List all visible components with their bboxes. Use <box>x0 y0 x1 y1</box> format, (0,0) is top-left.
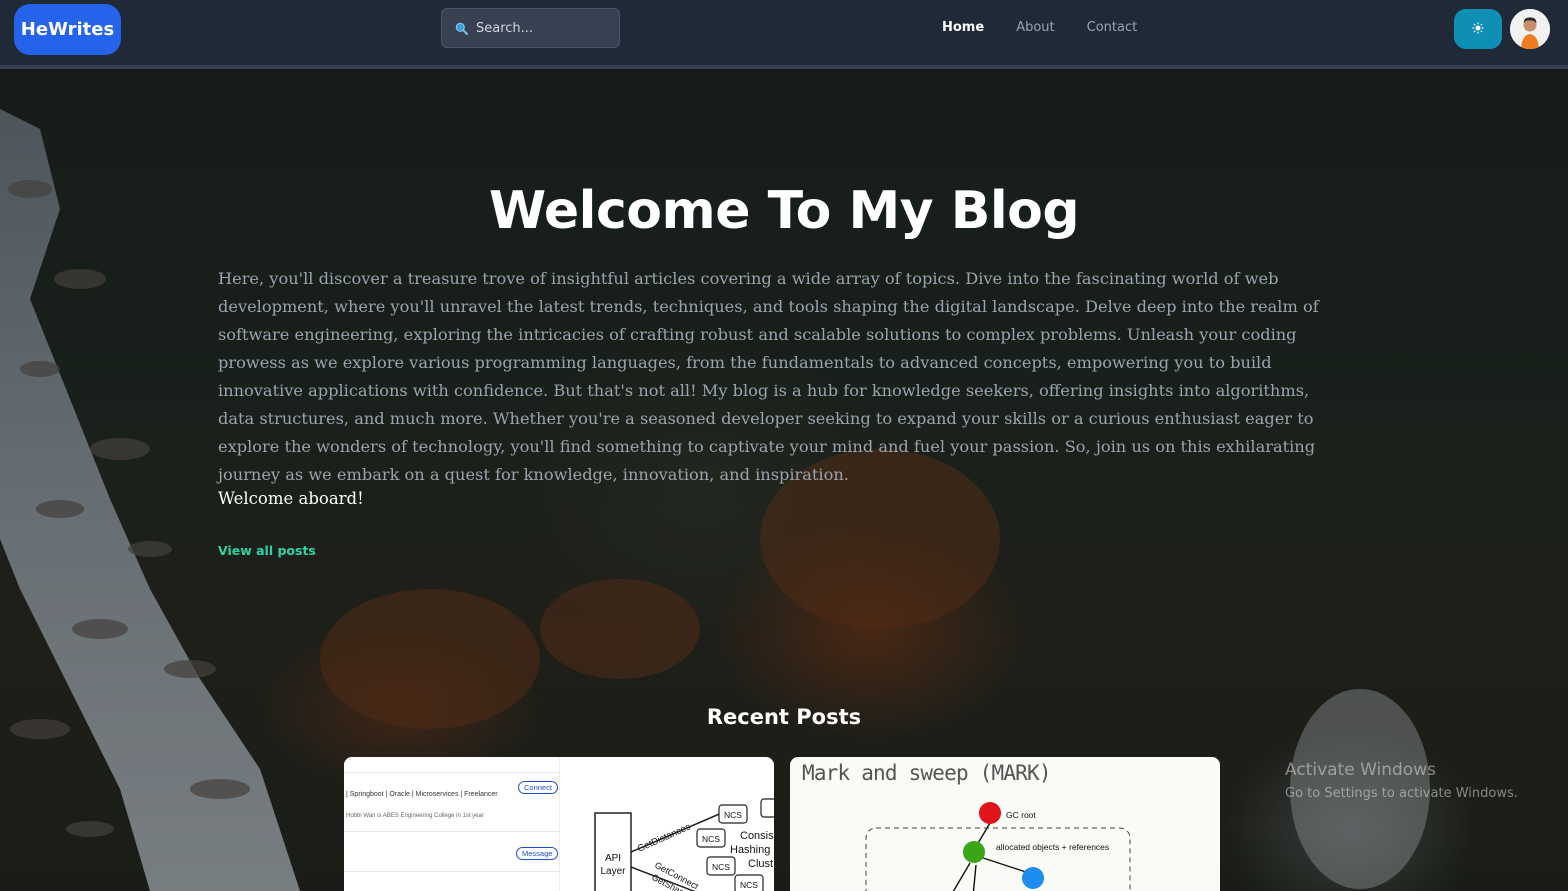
profile-line: | Springboot | Oracle | Microservices | … <box>346 791 498 798</box>
post-card[interactable]: | Springboot | Oracle | Microservices | … <box>344 757 774 891</box>
search-icon <box>455 22 468 35</box>
nav-links: Home About Contact <box>942 20 1169 35</box>
hero-welcome: Welcome aboard! <box>218 489 364 508</box>
post-thumbnail-profile: | Springboot | Oracle | Microservices | … <box>344 757 560 891</box>
hero-description: Here, you'll discover a treasure trove o… <box>218 269 1319 484</box>
diagram-node-label: NCS <box>702 834 720 844</box>
allocated-label: allocated objects + references <box>996 842 1109 852</box>
view-all-posts-link[interactable]: View all posts <box>218 543 316 558</box>
diagram-hashing-label: Hashing <box>730 844 770 856</box>
diagram-consis-label: Consis <box>740 830 774 842</box>
post-card[interactable]: Mark and sweep (MARK) GC root allocated … <box>790 757 1220 891</box>
connect-button: Connect <box>518 781 558 794</box>
recent-posts-title: Recent Posts <box>706 705 862 729</box>
user-avatar-icon <box>1510 9 1550 49</box>
activate-windows-subtitle: Go to Settings to activate Windows. <box>1285 786 1518 801</box>
architecture-diagram: API Layer GetDistances GetConnect GetSha… <box>594 798 774 891</box>
profile-line: Hobbi Wan is ABES Engineering College in… <box>346 813 484 819</box>
search-box[interactable] <box>441 8 620 48</box>
mark-sweep-diagram: GC root allocated objects + references <box>865 802 1131 891</box>
nav-link-contact[interactable]: Contact <box>1087 20 1138 35</box>
search-input[interactable] <box>476 20 606 36</box>
nav-link-about[interactable]: About <box>1016 20 1054 35</box>
sun-icon <box>1472 22 1484 37</box>
diagram-node-label: NCS <box>712 862 730 872</box>
avatar[interactable] <box>1510 9 1550 49</box>
hero-section: Welcome To My Blog Here, you'll discover… <box>0 69 1568 891</box>
hero-title: Welcome To My Blog <box>488 181 1080 241</box>
navbar: HeWrites Home About Contact <box>0 0 1568 69</box>
message-button: Message <box>516 847 559 860</box>
diagram-node-label: NCS <box>740 880 758 890</box>
nav-link-home[interactable]: Home <box>942 20 984 35</box>
activate-windows-title: Activate Windows <box>1285 760 1436 780</box>
diagram-layer-label: Layer <box>600 866 626 877</box>
gc-root-label: GC root <box>1006 810 1036 820</box>
diagram-api-label: API <box>605 853 621 864</box>
diagram-node-label: NCS <box>724 810 742 820</box>
logo[interactable]: HeWrites <box>14 4 121 55</box>
diagram-clust-label: Clust <box>748 858 773 870</box>
theme-toggle-button[interactable] <box>1454 9 1502 49</box>
diagram-edge-label: GetDistances <box>636 821 693 854</box>
